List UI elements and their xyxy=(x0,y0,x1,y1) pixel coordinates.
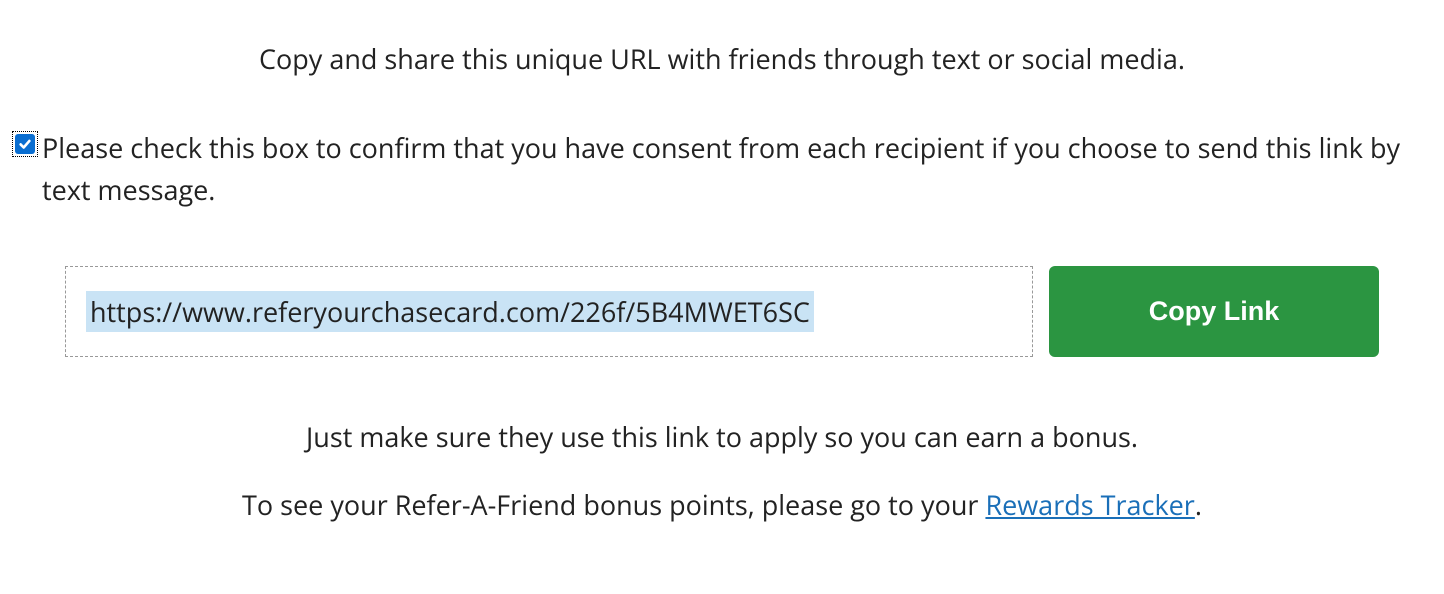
consent-label: Please check this box to confirm that yo… xyxy=(42,127,1432,211)
referral-url-box[interactable]: https://www.referyourchasecard.com/226f/… xyxy=(65,266,1033,357)
footer-tracker-prefix: To see your Refer-A-Friend bonus points,… xyxy=(242,486,985,523)
footer-tracker-suffix: . xyxy=(1195,486,1202,523)
consent-checkbox[interactable] xyxy=(15,134,35,154)
consent-checkbox-focus-ring xyxy=(12,131,38,157)
referral-url-text: https://www.referyourchasecard.com/226f/… xyxy=(86,291,814,332)
consent-row: Please check this box to confirm that yo… xyxy=(10,127,1434,211)
share-heading: Copy and share this unique URL with frie… xyxy=(10,40,1434,77)
checkmark-icon xyxy=(18,137,32,151)
footer-bonus-text: Just make sure they use this link to app… xyxy=(10,417,1434,458)
copy-link-button[interactable]: Copy Link xyxy=(1049,266,1379,357)
link-row: https://www.referyourchasecard.com/226f/… xyxy=(10,266,1434,357)
footer-tracker-text: To see your Refer-A-Friend bonus points,… xyxy=(10,485,1434,526)
rewards-tracker-link[interactable]: Rewards Tracker xyxy=(985,486,1194,523)
